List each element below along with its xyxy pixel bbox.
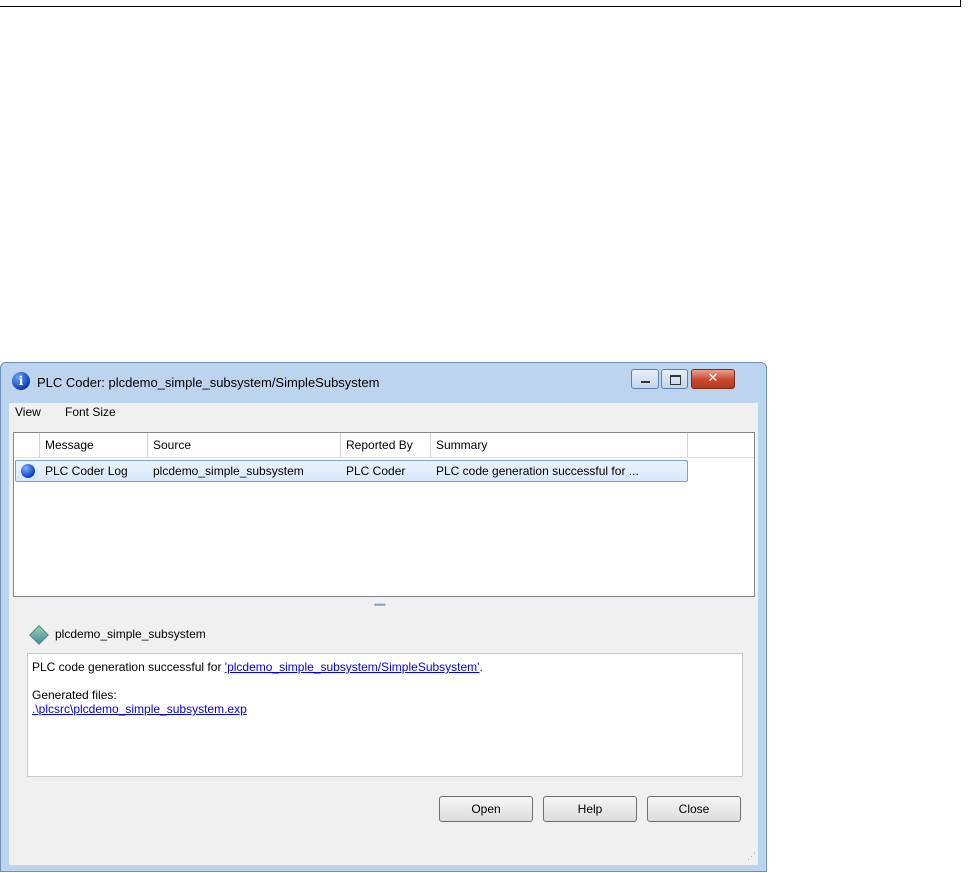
row-message: PLC Coder Log	[45, 464, 128, 478]
message-details: PLC code generation successful for 'plcd…	[27, 653, 743, 777]
generated-file-link[interactable]: .\plcsrc\plcdemo_simple_subsystem.exp	[32, 702, 247, 716]
close-button[interactable]: Close	[647, 796, 741, 822]
detail-model-name: plcdemo_simple_subsystem	[55, 627, 206, 641]
info-icon: i	[12, 372, 30, 390]
dialog-client-area: View Font Size Message Source Reported B…	[9, 403, 758, 865]
pane-splitter[interactable]: •••••	[374, 600, 386, 610]
menu-view[interactable]: View	[15, 405, 41, 419]
header-reported-by[interactable]: Reported By	[341, 433, 431, 457]
info-icon	[21, 464, 35, 478]
help-button[interactable]: Help	[543, 796, 637, 822]
close-window-button[interactable]: ✕	[691, 369, 735, 389]
model-diamond-icon	[29, 625, 49, 645]
header-message[interactable]: Message	[40, 433, 148, 457]
minimize-button[interactable]	[631, 369, 659, 389]
detail-summary-line: PLC code generation successful for 'plcd…	[32, 660, 738, 674]
menu-font-size[interactable]: Font Size	[65, 405, 116, 419]
open-button[interactable]: Open	[439, 796, 533, 822]
plc-coder-dialog: i PLC Coder: plcdemo_simple_subsystem/Si…	[0, 362, 767, 872]
detail-text-prefix: PLC code generation successful for	[32, 660, 225, 674]
window-title: PLC Coder: plcdemo_simple_subsystem/Simp…	[37, 375, 380, 390]
header-summary[interactable]: Summary	[431, 433, 688, 457]
page-top-border	[0, 0, 961, 7]
table-header: Message Source Reported By Summary	[14, 433, 754, 458]
maximize-button[interactable]	[661, 369, 688, 389]
header-source[interactable]: Source	[148, 433, 341, 457]
title-bar[interactable]: i PLC Coder: plcdemo_simple_subsystem/Si…	[1, 363, 766, 403]
resize-grip-icon[interactable]: ⋰	[747, 851, 756, 862]
message-table: Message Source Reported By Summary PLC C…	[13, 432, 755, 597]
detail-text-suffix: .	[479, 660, 483, 674]
menu-bar: View Font Size	[9, 403, 758, 423]
row-reported-by: PLC Coder	[346, 464, 406, 478]
generated-files-label: Generated files:	[32, 688, 117, 702]
header-icon-column[interactable]	[14, 433, 40, 457]
subsystem-link[interactable]: 'plcdemo_simple_subsystem/SimpleSubsyste…	[225, 660, 480, 674]
table-row[interactable]: PLC Coder Log plcdemo_simple_subsystem P…	[15, 460, 688, 482]
row-source: plcdemo_simple_subsystem	[153, 464, 304, 478]
row-summary: PLC code generation successful for ...	[436, 464, 639, 478]
close-icon: ✕	[707, 371, 719, 386]
